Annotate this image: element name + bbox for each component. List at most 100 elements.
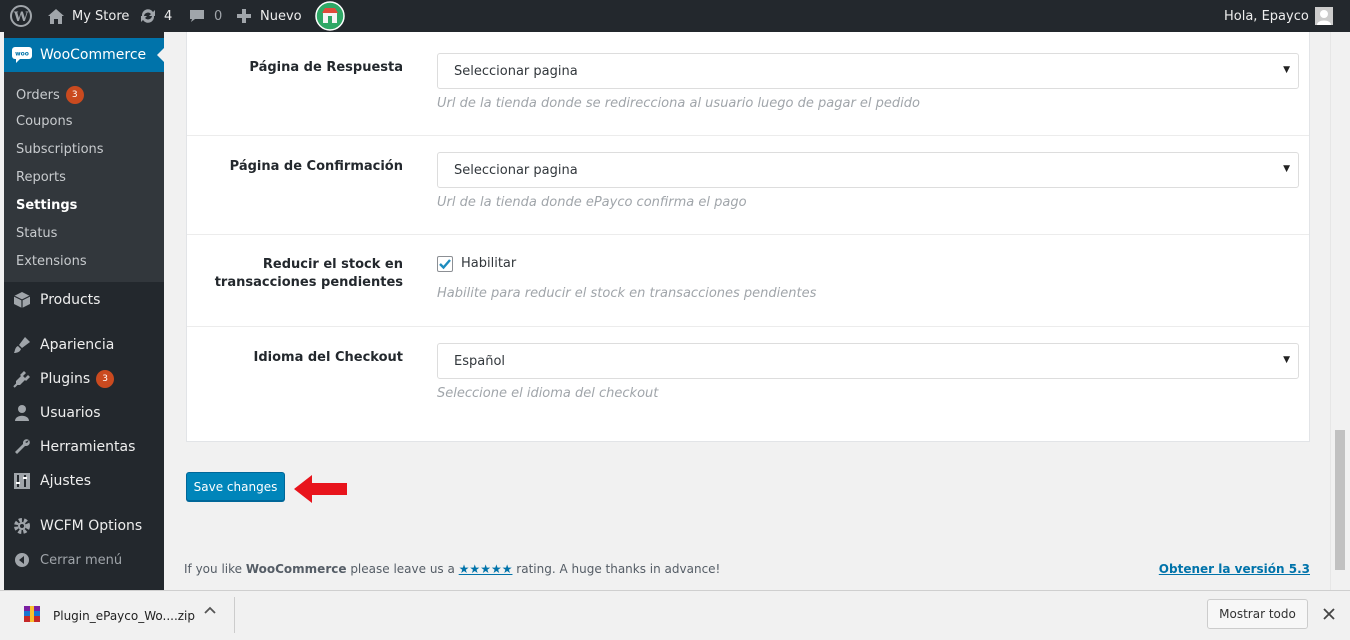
reduce-stock-label-line1: Reducir el stock en (262, 257, 403, 272)
confirmation-page-label: Página de Confirmación (229, 159, 403, 174)
submenu-item-status[interactable]: Status (16, 226, 57, 241)
menu-label: Plugins (40, 371, 91, 387)
svg-text:woo: woo (15, 51, 29, 58)
page-scrollbar[interactable] (1330, 32, 1350, 590)
woo-icon: woo (4, 47, 40, 63)
submenu-label: Status (16, 226, 58, 241)
submenu-item-extensions[interactable]: Extensions (16, 254, 87, 269)
collapse-icon (4, 552, 40, 568)
sliders-icon (4, 472, 40, 490)
comments-count: 0 (214, 8, 223, 24)
submenu-item-subscriptions[interactable]: Subscriptions (16, 142, 104, 157)
chevron-up-icon[interactable] (204, 605, 216, 621)
svg-text:W: W (13, 10, 29, 25)
greeting: Hola, Epayco (1224, 8, 1309, 24)
new-content-link[interactable]: Nuevo (236, 0, 302, 32)
wordpress-logo-icon[interactable]: W (10, 0, 32, 32)
sidebar-item-ajustes[interactable]: Ajustes (4, 467, 164, 495)
user-icon (4, 404, 40, 422)
reduce-stock-label: Reducir el stock en transacciones pendie… (203, 256, 403, 292)
menu-label: Products (40, 292, 101, 308)
select-value: Seleccionar pagina (454, 162, 578, 178)
reduce-stock-checkbox[interactable] (437, 256, 453, 272)
box-icon (4, 291, 40, 309)
sidebar-item-herramientas[interactable]: Herramientas (4, 433, 164, 461)
wrench-icon (4, 438, 40, 456)
scrollbar-thumb[interactable] (1335, 430, 1345, 570)
footer-suffix: rating. A huge thanks in advance! (512, 562, 721, 576)
store-icon[interactable] (315, 0, 345, 32)
comment-icon (188, 8, 206, 24)
zip-file-icon (24, 606, 40, 626)
sidebar-item-apariencia[interactable]: Apariencia (4, 331, 164, 359)
avatar (1314, 7, 1333, 25)
woocommerce-label: WooCommerce (40, 47, 147, 63)
submenu-item-orders[interactable]: Orders 3 (16, 86, 84, 104)
footer-brand: WooCommerce (245, 562, 347, 576)
setting-row-reduce-stock: Reducir el stock en transacciones pendie… (187, 235, 1309, 327)
sidebar-item-woocommerce[interactable]: woo WooCommerce (4, 38, 165, 72)
response-page-description: Url de la tienda donde se redirecciona a… (437, 96, 920, 111)
refresh-icon (138, 7, 158, 25)
reduce-stock-checkbox-label[interactable]: Habilitar (461, 256, 516, 271)
download-divider (234, 597, 235, 633)
menu-label: Usuarios (40, 405, 101, 421)
menu-label: WCFM Options (40, 518, 143, 534)
close-icon[interactable] (1322, 606, 1336, 625)
site-name-link[interactable]: My Store (46, 0, 129, 32)
rating-stars-link[interactable]: ★★★★★ (459, 562, 513, 576)
sidebar-item-wcfm-options[interactable]: WCFM Options (4, 512, 164, 540)
response-page-select[interactable]: Seleccionar pagina ▼ (437, 53, 1299, 89)
get-version-link[interactable]: Obtener la versión 5.3 (1159, 562, 1310, 576)
collapse-menu-button[interactable]: Cerrar menú (4, 546, 164, 574)
confirmation-page-select[interactable]: Seleccionar pagina ▼ (437, 152, 1299, 188)
reduce-stock-description: Habilite para reducir el stock en transa… (437, 286, 817, 301)
setting-row-response-page: Página de Respuesta Seleccionar pagina ▼… (187, 32, 1309, 136)
plugin-icon (4, 370, 40, 388)
account-menu[interactable]: Hola, Epayco (1224, 0, 1333, 32)
checkmark-icon (439, 259, 451, 270)
chevron-down-icon: ▼ (1283, 164, 1290, 174)
gear-icon (4, 517, 40, 535)
reduce-stock-label-line2: transacciones pendientes (214, 275, 403, 290)
updates-link[interactable]: 4 (138, 0, 172, 32)
updates-count: 4 (164, 8, 173, 24)
sidebar-item-usuarios[interactable]: Usuarios (4, 399, 164, 427)
submenu-label: Subscriptions (16, 142, 104, 157)
show-all-button[interactable]: Mostrar todo (1207, 599, 1308, 629)
select-value: Español (454, 353, 506, 369)
footer-rating-text: If you like WooCommerce please leave us … (184, 562, 720, 576)
plus-icon (236, 8, 252, 24)
checkout-language-select[interactable]: Español ▼ (437, 343, 1299, 379)
submenu-label: Settings (16, 198, 78, 213)
submenu-item-reports[interactable]: Reports (16, 170, 66, 185)
setting-row-checkout-language: Idioma del Checkout Español ▼ Seleccione… (187, 327, 1309, 441)
download-bar: Plugin_ePayco_Wo....zip Mostrar todo (0, 590, 1350, 640)
submenu-label: Coupons (16, 114, 73, 129)
woocommerce-submenu: Orders 3 Coupons Subscriptions Reports S… (4, 72, 164, 282)
brush-icon (4, 336, 40, 354)
download-file-name[interactable]: Plugin_ePayco_Wo....zip (53, 609, 195, 623)
site-name: My Store (72, 8, 130, 24)
setting-row-confirmation-page: Página de Confirmación Seleccionar pagin… (187, 136, 1309, 235)
menu-label: Apariencia (40, 337, 115, 353)
sidebar-item-products[interactable]: Products (4, 286, 164, 314)
admin-bar: W My Store 4 0 Nuevo Hola, Epayco (0, 0, 1350, 32)
new-label: Nuevo (260, 8, 302, 24)
sidebar-item-plugins[interactable]: Plugins 3 (4, 365, 164, 393)
footer-prefix: If you like (184, 562, 246, 576)
save-changes-button[interactable]: Save changes (186, 472, 285, 501)
comments-link[interactable]: 0 (188, 0, 222, 32)
chevron-down-icon: ▼ (1283, 65, 1290, 75)
footer-middle: please leave us a (346, 562, 459, 576)
submenu-item-settings[interactable]: Settings (16, 198, 77, 213)
menu-label: Ajustes (40, 473, 92, 489)
home-icon (46, 7, 66, 25)
chevron-down-icon: ▼ (1283, 355, 1290, 365)
admin-sidebar: woo WooCommerce Orders 3 Coupons Subscri… (4, 32, 165, 590)
checkout-language-label: Idioma del Checkout (253, 350, 404, 365)
submenu-label: Orders (16, 87, 60, 103)
settings-form: Página de Respuesta Seleccionar pagina ▼… (186, 32, 1310, 442)
submenu-item-coupons[interactable]: Coupons (16, 114, 73, 129)
select-value: Seleccionar pagina (454, 63, 578, 79)
